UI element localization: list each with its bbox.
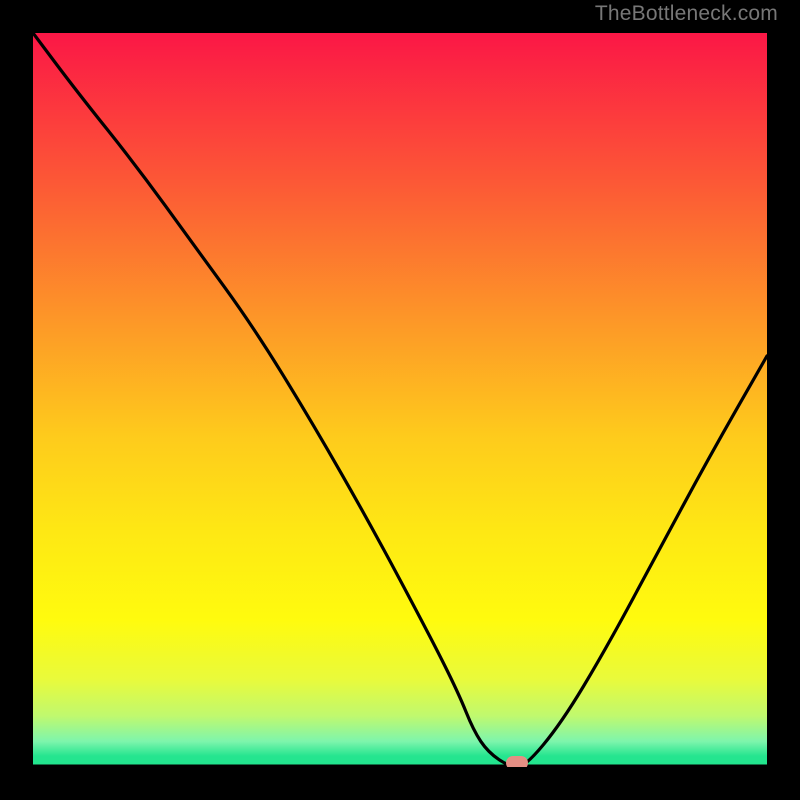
curve-line — [33, 33, 767, 767]
optimal-point-marker — [506, 756, 528, 767]
plot-area — [33, 33, 767, 767]
chart-container: TheBottleneck.com — [0, 0, 800, 800]
watermark-text: TheBottleneck.com — [595, 2, 778, 26]
bottleneck-curve — [33, 33, 767, 767]
